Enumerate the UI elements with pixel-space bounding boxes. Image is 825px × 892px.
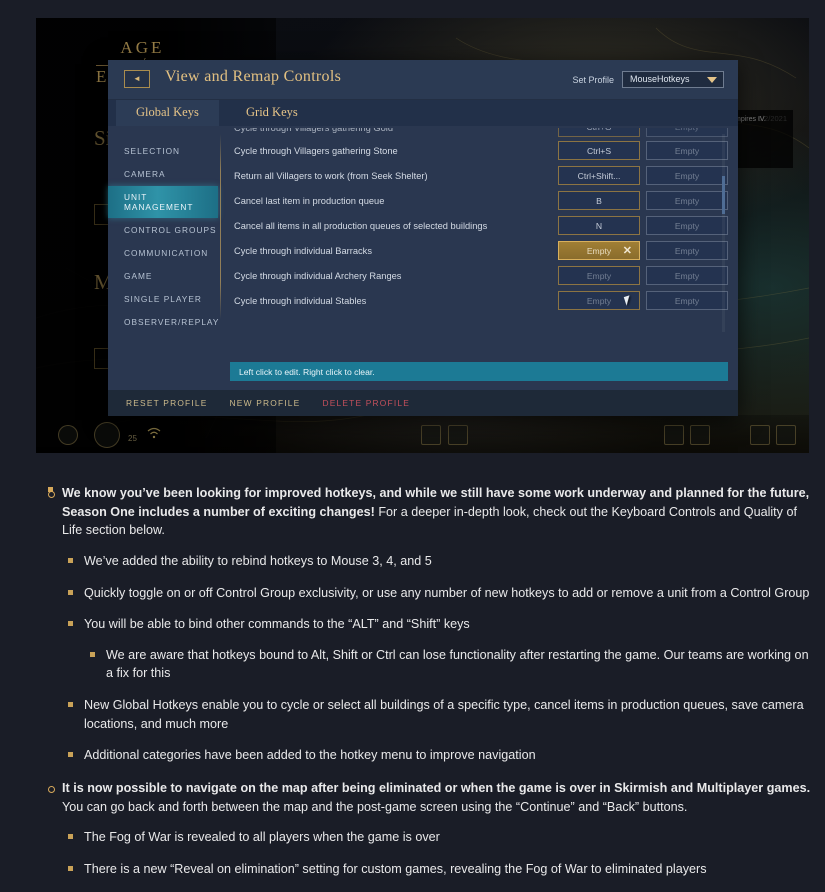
dialog-header: ◄ View and Remap Controls Set Profile Mo… <box>108 60 738 100</box>
list-item: The Fog of War is revealed to all player… <box>62 828 818 847</box>
primary-key-cell[interactable]: B <box>558 191 640 210</box>
hud-note-icon[interactable] <box>690 425 710 445</box>
hotkey-action-label: Cycle through individual Barracks <box>234 245 372 256</box>
wifi-icon <box>146 425 166 445</box>
chevron-down-icon <box>707 77 717 83</box>
item2-rest-text: You can go back and forth between the ma… <box>62 799 688 814</box>
hotkey-action-label: Cancel all items in all production queue… <box>234 220 488 231</box>
secondary-key-cell[interactable]: Empty <box>646 216 728 235</box>
sub-item-text: You will be able to bind other commands … <box>84 617 470 632</box>
sidebar-item-game[interactable]: GAME <box>108 265 218 287</box>
primary-key-value: Empty <box>586 245 612 256</box>
sidebar-divider <box>220 134 221 319</box>
hud-settings-icon[interactable] <box>58 425 78 445</box>
primary-key-cell[interactable]: Empty <box>558 266 640 285</box>
secondary-key-cell[interactable]: Empty <box>646 266 728 285</box>
profile-selector-group: Set Profile MouseHotkeys <box>572 71 724 88</box>
hotkey-list: PRIMARY KEY SECONDARY KEY Cycle through … <box>230 128 728 333</box>
secondary-key-cell[interactable]: Empty <box>646 191 728 210</box>
list-item: It is now possible to navigate on the ma… <box>36 779 818 879</box>
hud-power-icon[interactable] <box>776 425 796 445</box>
table-row: Cycle through individual Stables Empty E… <box>230 288 728 313</box>
sidebar-item-single-player[interactable]: SINGLE PLAYER <box>108 288 218 310</box>
dialog-body: SELECTION CAMERA UNIT MANAGEMENT CONTROL… <box>108 126 738 390</box>
primary-key-cell[interactable]: N <box>558 216 640 235</box>
set-profile-label: Set Profile <box>572 74 614 85</box>
hud-expand-icon[interactable] <box>664 425 684 445</box>
list-item: There is a new “Reveal on elimination” s… <box>62 860 818 879</box>
remap-controls-dialog: ◄ View and Remap Controls Set Profile Mo… <box>108 60 738 416</box>
table-row: Return all Villagers to work (from Seek … <box>230 163 728 188</box>
delete-profile-button[interactable]: DELETE PROFILE <box>322 398 410 408</box>
list-item: Quickly toggle on or off Control Group e… <box>62 584 818 603</box>
hotkey-action-label: Cancel last item in production queue <box>234 195 385 206</box>
table-row: Cycle through individual Barracks Empty … <box>230 238 728 263</box>
hotkey-action-label: Cycle through individual Stables <box>234 295 367 306</box>
sidebar-item-unit-management[interactable]: UNIT MANAGEMENT <box>108 186 218 218</box>
table-row: Cycle through individual Archery Ranges … <box>230 263 728 288</box>
news-snippet: mpires IV. <box>735 116 766 123</box>
profile-dropdown[interactable]: MouseHotkeys <box>622 71 724 88</box>
primary-key-cell[interactable]: Ctrl+G <box>558 128 640 137</box>
hotkey-action-label: Return all Villagers to work (from Seek … <box>234 170 428 181</box>
hotkey-action-label: Cycle through individual Archery Ranges <box>234 270 402 281</box>
game-screenshot: AGE of EMPIRES Single PLAY AGAIN Multip … <box>36 18 809 453</box>
new-profile-button[interactable]: NEW PROFILE <box>230 398 301 408</box>
logo-line-1: AGE <box>120 38 165 57</box>
tab-grid-keys[interactable]: Grid Keys <box>226 100 318 126</box>
category-sidebar: SELECTION CAMERA UNIT MANAGEMENT CONTROL… <box>108 126 218 390</box>
secondary-key-cell[interactable]: Empty <box>646 128 728 137</box>
article-content: We know you’ve been looking for improved… <box>36 470 818 892</box>
sub-sub-list: We are aware that hotkeys bound to Alt, … <box>84 646 818 683</box>
secondary-key-cell[interactable]: Empty <box>646 166 728 185</box>
hud-mute-icon[interactable] <box>448 425 468 445</box>
table-row: Cancel all items in all production queue… <box>230 213 728 238</box>
sub-list-2: The Fog of War is revealed to all player… <box>62 828 818 878</box>
back-button[interactable]: ◄ <box>124 70 150 88</box>
list-item: We’ve added the ability to rebind hotkey… <box>62 552 818 571</box>
hud-population: 25 <box>128 434 137 443</box>
table-row: Cycle through Villagers gathering Gold C… <box>230 128 728 138</box>
primary-key-cell[interactable]: Ctrl+Shift... <box>558 166 640 185</box>
tab-global-keys[interactable]: Global Keys <box>116 100 219 126</box>
list-item: New Global Hotkeys enable you to cycle o… <box>62 696 818 733</box>
hotkey-action-label: Cycle through Villagers gathering Gold <box>234 128 394 133</box>
list-item: You will be able to bind other commands … <box>62 615 818 683</box>
dialog-tabs: Global Keys Grid Keys <box>108 100 738 126</box>
sub-list-1: We’ve added the ability to rebind hotkey… <box>62 552 818 765</box>
news-card[interactable]: mpires IV. <box>731 110 793 168</box>
clear-binding-icon[interactable]: ✕ <box>623 244 632 257</box>
game-hud-bar: 25 <box>36 415 809 453</box>
primary-key-cell[interactable]: Ctrl+S <box>558 141 640 160</box>
hotkey-action-label: Cycle through Villagers gathering Stone <box>234 145 398 156</box>
reset-profile-button[interactable]: RESET PROFILE <box>126 398 208 408</box>
sidebar-item-communication[interactable]: COMMUNICATION <box>108 242 218 264</box>
hud-help-icon[interactable] <box>750 425 770 445</box>
sidebar-item-selection[interactable]: SELECTION <box>108 140 218 162</box>
item2-bold-text: It is now possible to navigate on the ma… <box>62 780 811 795</box>
list-scrollbar[interactable] <box>722 134 725 332</box>
list-item: We are aware that hotkeys bound to Alt, … <box>84 646 818 683</box>
secondary-key-cell[interactable]: Empty <box>646 141 728 160</box>
hud-profile-icon[interactable] <box>94 422 120 448</box>
top-level-list: We know you’ve been looking for improved… <box>36 484 818 878</box>
table-row: Cycle through Villagers gathering Stone … <box>230 138 728 163</box>
table-row: Cancel last item in production queue B E… <box>230 188 728 213</box>
scrollbar-thumb[interactable] <box>722 176 725 214</box>
sidebar-item-control-groups[interactable]: CONTROL GROUPS <box>108 219 218 241</box>
sidebar-item-observer-replay[interactable]: OBSERVER/REPLAY <box>108 311 218 333</box>
profile-value: MouseHotkeys <box>630 74 690 84</box>
hud-audio-icon[interactable] <box>421 425 441 445</box>
dialog-title: View and Remap Controls <box>165 68 342 85</box>
hint-bar: Left click to edit. Right click to clear… <box>230 362 728 381</box>
sidebar-item-camera[interactable]: CAMERA <box>108 163 218 185</box>
primary-key-cell-active[interactable]: Empty ✕ <box>558 241 640 260</box>
secondary-key-cell[interactable]: Empty <box>646 291 728 310</box>
secondary-key-cell[interactable]: Empty <box>646 241 728 260</box>
list-item: We know you’ve been looking for improved… <box>36 484 818 765</box>
dialog-footer: RESET PROFILE NEW PROFILE DELETE PROFILE <box>108 390 738 416</box>
list-item: Additional categories have been added to… <box>62 746 818 765</box>
